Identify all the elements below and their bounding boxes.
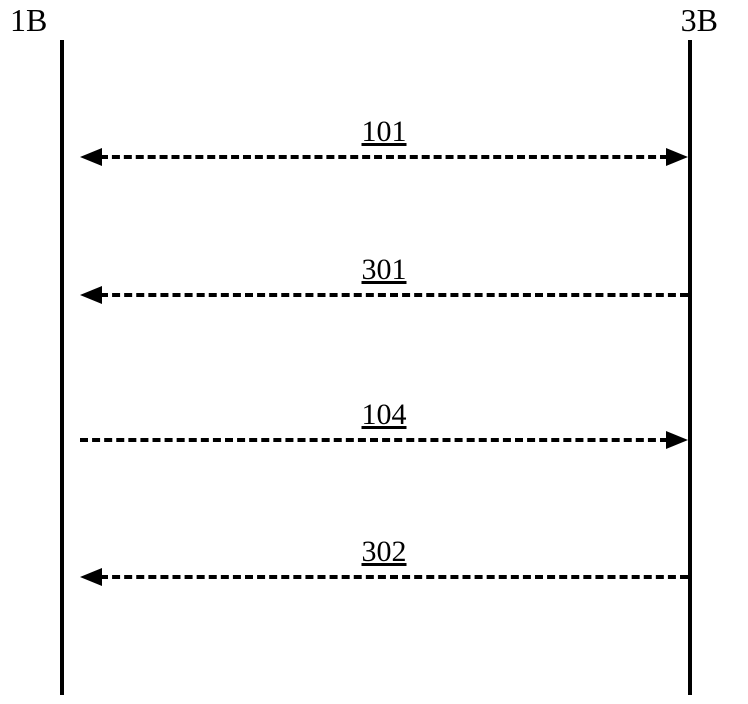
message-line xyxy=(100,155,668,159)
arrowhead-left-icon xyxy=(80,148,102,166)
message-line xyxy=(80,438,668,442)
message-label: 104 xyxy=(80,398,688,432)
sequence-diagram: 1B 3B 101 301 104 302 xyxy=(0,0,748,704)
message-arrow: 104 xyxy=(80,438,688,478)
arrowhead-right-icon xyxy=(666,431,688,449)
message-arrow: 301 xyxy=(80,293,688,333)
message-arrow: 302 xyxy=(80,575,688,615)
message-line xyxy=(100,575,688,579)
lifeline-right xyxy=(688,40,692,695)
participant-right-label: 3B xyxy=(681,2,718,39)
message-arrow: 101 xyxy=(80,155,688,195)
arrowhead-left-icon xyxy=(80,286,102,304)
arrowhead-left-icon xyxy=(80,568,102,586)
arrowhead-right-icon xyxy=(666,148,688,166)
participant-left-label: 1B xyxy=(10,2,47,39)
message-line xyxy=(100,293,688,297)
lifeline-left xyxy=(60,40,64,695)
message-label: 302 xyxy=(80,535,688,569)
message-label: 101 xyxy=(80,115,688,149)
message-label: 301 xyxy=(80,253,688,287)
